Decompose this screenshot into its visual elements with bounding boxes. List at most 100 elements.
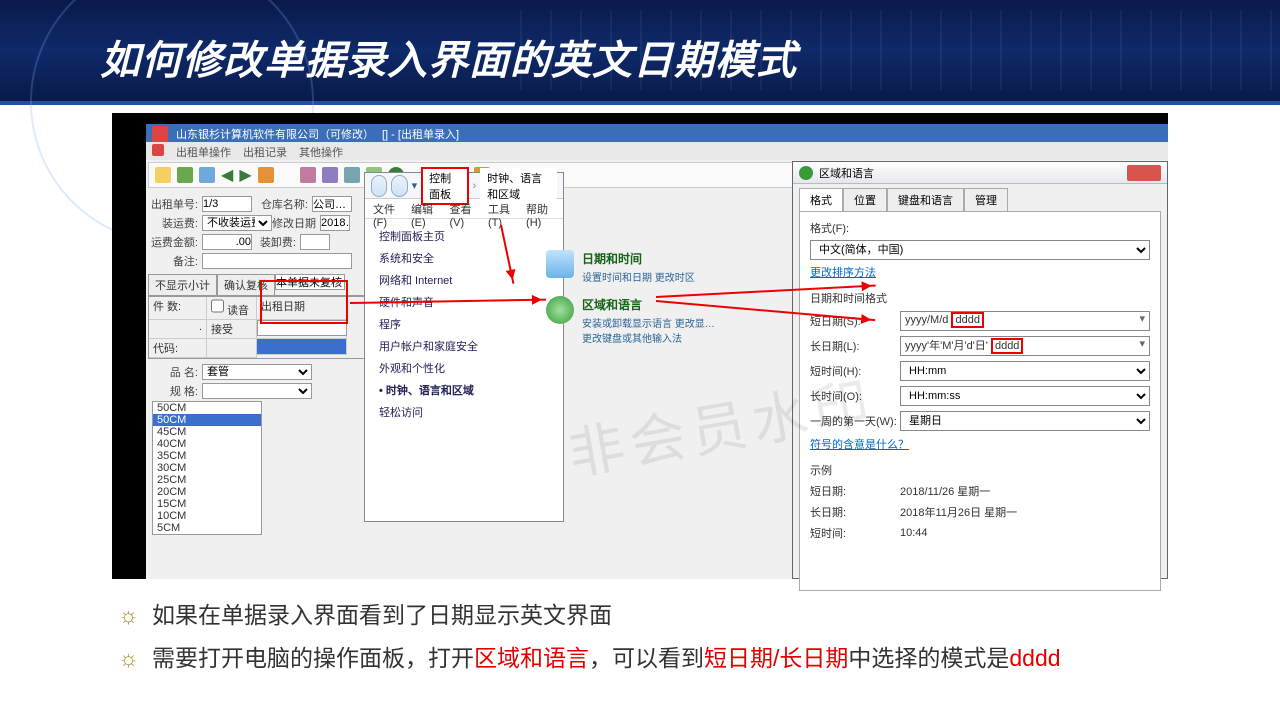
mod-date[interactable] bbox=[320, 215, 350, 231]
size-option[interactable]: 15CM bbox=[153, 498, 261, 510]
globe-icon bbox=[799, 166, 813, 180]
tab[interactable]: 确认复核 bbox=[217, 274, 275, 295]
menu-item[interactable]: 查看(V) bbox=[450, 201, 479, 216]
menu-item[interactable]: 出租单操作 bbox=[176, 144, 231, 158]
lbl: 修改日期 bbox=[272, 215, 320, 231]
lbl: 装运费: bbox=[148, 215, 202, 231]
explorer-window: ▾ 控制面板 › 时钟、语言和区域 文件(F) 编辑(E) 查看(V) 工具(T… bbox=[364, 172, 564, 522]
menu-item[interactable]: 其他操作 bbox=[299, 144, 343, 158]
explorer-nav-item[interactable]: • 时钟、语言和区域 bbox=[379, 379, 549, 401]
bullet-item: 如果在单据录入界面看到了日期显示英文界面 bbox=[112, 598, 1220, 633]
menu-item[interactable]: 出租记录 bbox=[243, 144, 287, 158]
item-sub[interactable]: 安装或卸载显示语言 bbox=[582, 319, 672, 330]
nav-fwd-button[interactable] bbox=[391, 175, 407, 197]
name-select[interactable]: 套管 bbox=[202, 364, 312, 380]
menu-item[interactable]: 工具(T) bbox=[488, 201, 516, 216]
close-icon[interactable] bbox=[1127, 165, 1161, 181]
lbl: 长日期: bbox=[810, 504, 900, 520]
long-date-select[interactable]: yyyy'年'M'月'd'日' dddd▾ bbox=[900, 336, 1150, 356]
lbl: 读音 bbox=[227, 305, 249, 317]
item-sub[interactable]: 更改键盘或其他输入法 bbox=[582, 330, 715, 345]
size-list[interactable]: 50CM50CM45CM40CM35CM30CM25CM20CM15CM10CM… bbox=[152, 401, 262, 535]
breadcrumb-control-panel[interactable]: 控制面板 bbox=[421, 167, 468, 205]
load-input[interactable] bbox=[300, 234, 330, 250]
size-option[interactable]: 25CM bbox=[153, 474, 261, 486]
amt-input[interactable] bbox=[202, 234, 252, 250]
fee-select[interactable]: 不收装运费 bbox=[202, 215, 272, 231]
app-subtitle: [] - [出租单录入] bbox=[382, 126, 459, 140]
symbol-help-link[interactable]: 符号的含意是什么？ bbox=[810, 439, 909, 451]
lbl: 格式(F): bbox=[810, 220, 1150, 236]
example-value: 2018年11月26日 星期一 bbox=[900, 504, 1017, 520]
tb-icon[interactable] bbox=[199, 167, 215, 183]
bullet-list: 如果在单据录入界面看到了日期显示英文界面 需要打开电脑的操作面板，打开区域和语言… bbox=[112, 590, 1220, 683]
tab[interactable]: 不显示小计 bbox=[148, 274, 217, 295]
app-menu-icon bbox=[152, 144, 164, 156]
item-sub[interactable]: 设置时间和日期 更改时区 bbox=[582, 269, 695, 284]
tab-format[interactable]: 格式 bbox=[799, 188, 843, 211]
lbl: 短日期: bbox=[810, 483, 900, 499]
dddd-highlight: dddd bbox=[951, 312, 983, 328]
nav-back-button[interactable] bbox=[371, 175, 387, 197]
note-input[interactable] bbox=[202, 253, 352, 269]
item-datetime[interactable]: 日期和时间设置时间和日期 更改时区 bbox=[546, 244, 766, 290]
explorer-nav-item[interactable]: 程序 bbox=[379, 313, 549, 335]
size-option[interactable]: 50CM bbox=[153, 402, 261, 414]
long-time-select[interactable]: HH:mm:ss bbox=[900, 386, 1150, 406]
first-day-select[interactable]: 星期日 bbox=[900, 411, 1150, 431]
wh-input[interactable] bbox=[312, 196, 352, 212]
tb-icon[interactable] bbox=[322, 167, 338, 183]
menu-item[interactable]: 编辑(E) bbox=[411, 201, 440, 216]
date-cell[interactable] bbox=[257, 320, 347, 336]
example-header: 示例 bbox=[810, 462, 1150, 478]
tb-icon[interactable] bbox=[177, 167, 193, 183]
size-option[interactable]: 45CM bbox=[153, 426, 261, 438]
lbl: 长时间(O): bbox=[810, 388, 900, 404]
tab-keyboard[interactable]: 键盘和语言 bbox=[887, 188, 964, 211]
size-option[interactable]: 10CM bbox=[153, 510, 261, 522]
breadcrumb-clock[interactable]: 时钟、语言和区域 bbox=[480, 168, 557, 204]
dialog-tabs: 格式 位置 键盘和语言 管理 bbox=[793, 184, 1167, 211]
app-title-text: 山东银杉计算机软件有限公司（可修改） bbox=[176, 126, 374, 140]
menu-item[interactable]: 帮助(H) bbox=[526, 201, 555, 216]
tab-location[interactable]: 位置 bbox=[843, 188, 887, 211]
lbl: 出租单号: bbox=[148, 196, 202, 212]
dialog-title: 区域和语言 bbox=[819, 165, 874, 181]
lbl: 品 名: bbox=[148, 364, 202, 380]
lbl: 接受 bbox=[207, 320, 257, 339]
tb-icon[interactable] bbox=[258, 167, 274, 183]
size-option[interactable]: 40CM bbox=[153, 438, 261, 450]
spec-select[interactable] bbox=[202, 383, 312, 399]
short-date-select[interactable]: yyyy/M/d dddd▾ bbox=[900, 311, 1150, 331]
col-hdr: 出租日期 bbox=[257, 297, 347, 320]
read-check[interactable] bbox=[211, 298, 224, 314]
bullet-item: 需要打开电脑的操作面板，打开区域和语言，可以看到短日期/长日期中选择的模式是dd… bbox=[112, 641, 1220, 676]
explorer-nav-item[interactable]: 网络和 Internet bbox=[379, 269, 549, 291]
size-option[interactable]: 5CM bbox=[153, 522, 261, 534]
tb-icon[interactable] bbox=[155, 167, 171, 183]
section-header: 日期和时间格式 bbox=[810, 290, 1150, 306]
short-time-select[interactable]: HH:mm bbox=[900, 361, 1150, 381]
tab-admin[interactable]: 管理 bbox=[964, 188, 1008, 211]
item-title: 日期和时间 bbox=[582, 250, 695, 267]
format-select[interactable]: 中文(简体，中国) bbox=[810, 240, 1150, 260]
tb-icon[interactable] bbox=[300, 167, 316, 183]
tb-icon[interactable] bbox=[344, 167, 360, 183]
slide-header: 如何修改单据录入界面的英文日期模式 bbox=[0, 0, 1280, 105]
explorer-nav-item[interactable]: 用户帐户和家庭安全 bbox=[379, 335, 549, 357]
item-sub[interactable]: 更改显… bbox=[675, 319, 715, 330]
size-option[interactable]: 20CM bbox=[153, 486, 261, 498]
menu-item[interactable]: 文件(F) bbox=[373, 201, 401, 216]
lbl: 装卸费: bbox=[252, 234, 300, 250]
explorer-nav-item[interactable]: 系统和安全 bbox=[379, 247, 549, 269]
app-menu: 出租单操作 出租记录 其他操作 bbox=[146, 142, 1168, 160]
size-option[interactable]: 30CM bbox=[153, 462, 261, 474]
size-option[interactable]: 50CM bbox=[153, 414, 261, 426]
lbl: 运费金额: bbox=[148, 234, 202, 250]
sort-link[interactable]: 更改排序方法 bbox=[810, 267, 876, 279]
explorer-nav-item[interactable]: 外观和个性化 bbox=[379, 357, 549, 379]
size-option[interactable]: 35CM bbox=[153, 450, 261, 462]
app-titlebar: 山东银杉计算机软件有限公司（可修改） [] - [出租单录入] bbox=[146, 124, 1168, 142]
explorer-nav-item[interactable]: 轻松访问 bbox=[379, 401, 549, 423]
out-no-input[interactable] bbox=[202, 196, 252, 212]
